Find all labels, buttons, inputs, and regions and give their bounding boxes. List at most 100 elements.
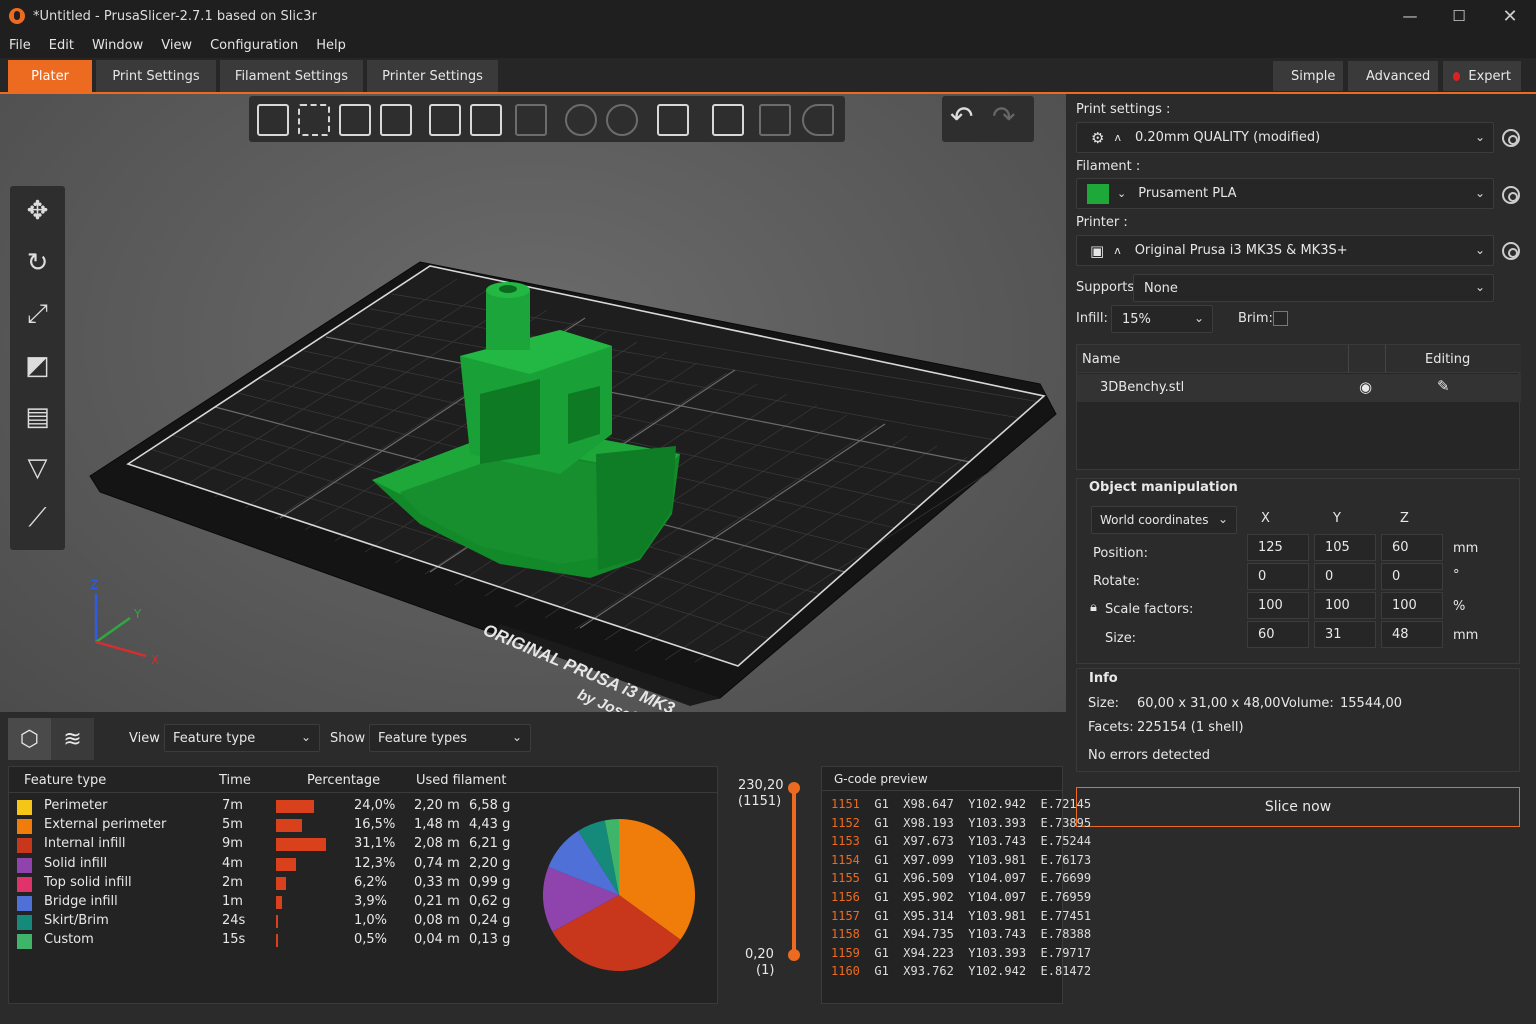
print-settings-gear-icon[interactable] [1502,129,1520,147]
show-features-combo[interactable]: Feature types ⌄ [369,724,531,752]
feature-length: 2,08 m [414,836,460,852]
mode-expert-button[interactable]: Expert [1443,61,1521,91]
chevron-down-icon: ⌄ [1474,280,1485,294]
position-unit: mm [1453,541,1479,556]
layer-slider[interactable]: 230,20 (1151) 0,20 (1) [730,770,810,1010]
rotate-y-field[interactable]: 0 [1314,563,1376,590]
mode-advanced-button[interactable]: Advanced [1348,61,1438,91]
window-title: *Untitled - PrusaSlicer-2.7.1 based on S… [33,8,317,24]
print-profile-icon: ⚙ [1091,128,1105,147]
menu-configuration[interactable]: Configuration [201,38,307,53]
scale-y-field[interactable]: 100 [1314,592,1376,619]
filament-gear-icon[interactable] [1502,186,1520,204]
rotate-x-field[interactable]: 0 [1247,563,1309,590]
3d-scene-viewport[interactable]: ORIGINAL PRUSA i3 MK3 by Josef Prusa Z Y [0,94,1066,712]
legend-row[interactable]: Custom 15s 0,5% 0,04 m 0,13 g [9,931,529,950]
layer-top-height: 230,20 [738,778,784,793]
tab-plater[interactable]: Plater [8,60,92,92]
delete-icon[interactable] [339,104,371,136]
tab-filament-settings[interactable]: Filament Settings [220,60,363,92]
legend-row[interactable]: External perimeter 5m 16,5% 1,48 m 4,43 g [9,816,529,835]
copy-icon[interactable] [429,104,461,136]
brim-checkbox[interactable] [1273,311,1288,326]
layers-editing-icon[interactable] [759,104,791,136]
filament-color-swatch[interactable] [1087,183,1109,204]
column-name[interactable]: Name [1082,352,1120,367]
tab-print-settings[interactable]: Print Settings [96,60,216,92]
minimize-button[interactable]: — [1385,0,1435,32]
preview-layers-icon[interactable]: ≋ [51,718,94,760]
printer-combo[interactable]: ▣ ᴧ Original Prusa i3 MK3S & MK3S+ ⌄ [1076,235,1494,266]
slice-now-button[interactable]: Slice now [1076,787,1520,827]
mode-simple-button[interactable]: Simple [1273,61,1343,91]
filament-combo[interactable]: ⌄ Prusament PLA ⌄ [1076,178,1494,209]
arrange-icon[interactable] [298,104,330,136]
tab-printer-settings[interactable]: Printer Settings [367,60,498,92]
object-row[interactable]: 3DBenchy.stl ◉ ✎ [1077,374,1521,402]
legend-row[interactable]: Perimeter 7m 24,0% 2,20 m 6,58 g [9,797,529,816]
place-on-face-icon[interactable]: ◩ [21,349,54,382]
position-x-field[interactable]: 125 [1247,534,1309,561]
print-settings-combo[interactable]: ⚙ ᴧ 0.20mm QUALITY (modified) ⌄ [1076,122,1494,153]
rotate-icon[interactable]: ↻ [21,246,54,279]
add-object-icon[interactable] [257,104,289,136]
top-layer-thumb[interactable] [788,782,800,794]
size-z-field[interactable]: 48 [1381,621,1443,648]
measure-icon[interactable]: ⟋ [21,502,54,535]
size-y-field[interactable]: 31 [1314,621,1376,648]
feature-percentage: 6,2% [354,874,388,890]
menu-help[interactable]: Help [307,38,355,53]
percentage-bar [276,876,286,890]
maximize-button[interactable]: ☐ [1434,0,1484,32]
chevron-down-icon: ⌄ [1217,512,1228,526]
edit-icon[interactable]: ✎ [1437,377,1450,395]
coordinate-system-combo[interactable]: World coordinates ⌄ [1091,506,1237,534]
lock-icon[interactable]: 🔒︎ [1090,600,1097,615]
menu-edit[interactable]: Edit [40,38,83,53]
remove-instance-icon[interactable] [606,104,638,136]
close-button[interactable]: ✕ [1485,0,1535,32]
delete-all-icon[interactable] [380,104,412,136]
position-z-field[interactable]: 60 [1381,534,1443,561]
supports-combo[interactable]: None ⌄ [1133,274,1494,302]
3d-view-icon[interactable]: ⬡ [8,718,51,760]
menu-view[interactable]: View [152,38,201,53]
feature-mass: 6,58 g [469,798,511,813]
split-objects-icon[interactable] [657,104,689,136]
bottom-layer-thumb[interactable] [788,949,800,961]
menu-window[interactable]: Window [83,38,152,53]
paint-supports-icon[interactable]: ▽ [21,451,54,484]
eye-icon[interactable]: ◉ [1359,378,1372,396]
legend-row[interactable]: Internal infill 9m 31,1% 2,08 m 6,21 g [9,835,529,854]
scale-z-field[interactable]: 100 [1381,592,1443,619]
gcode-line-code: G1 X97.099 Y103.981 E.76173 [874,852,1092,867]
cut-icon[interactable]: ▤ [21,400,54,433]
menu-file[interactable]: File [0,38,40,53]
instance-icon[interactable] [515,104,547,136]
redo-icon[interactable]: ↷ [992,100,1015,133]
position-y-field[interactable]: 105 [1314,534,1376,561]
column-editing[interactable]: Editing [1425,352,1470,367]
feature-percentage: 31,1% [354,836,396,852]
view-type-combo[interactable]: Feature type ⌄ [164,724,320,752]
color-swatch [17,857,32,873]
header-feature-type: Feature type [24,773,107,788]
search-icon[interactable] [712,104,744,136]
move-icon[interactable]: ✥ [21,194,54,227]
size-label: Size: [1105,631,1137,646]
sla-support-icon[interactable] [802,104,834,136]
paste-icon[interactable] [470,104,502,136]
left-toolbar: ✥ ↻ ⤢ ◩ ▤ ▽ ⟋ [10,186,65,550]
legend-row[interactable]: Bridge infill 1m 3,9% 0,21 m 0,62 g [9,893,529,912]
printer-gear-icon[interactable] [1502,242,1520,260]
infill-combo[interactable]: 15% ⌄ [1111,305,1213,333]
scale-x-field[interactable]: 100 [1247,592,1309,619]
rotate-z-field[interactable]: 0 [1381,563,1443,590]
size-x-field[interactable]: 60 [1247,621,1309,648]
legend-row[interactable]: Top solid infill 2m 6,2% 0,33 m 0,99 g [9,874,529,893]
add-instance-icon[interactable] [565,104,597,136]
undo-icon[interactable]: ↶ [950,100,973,133]
scale-icon[interactable]: ⤢ [21,298,54,331]
legend-row[interactable]: Solid infill 4m 12,3% 0,74 m 2,20 g [9,855,529,874]
legend-row[interactable]: Skirt/Brim 24s 1,0% 0,08 m 0,24 g [9,912,529,931]
